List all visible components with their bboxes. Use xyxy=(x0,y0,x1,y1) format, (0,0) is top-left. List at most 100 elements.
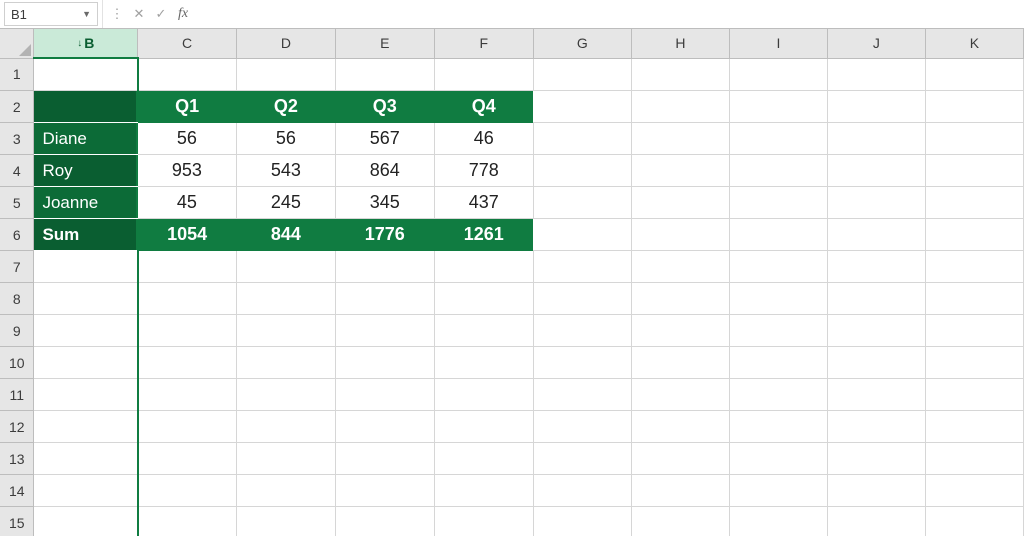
cell-J1[interactable] xyxy=(827,58,925,91)
cell-F4[interactable]: 778 xyxy=(434,155,533,187)
formula-input[interactable] xyxy=(197,3,1024,25)
cell-B5[interactable]: Joanne xyxy=(34,187,138,219)
cell-B15[interactable] xyxy=(34,507,138,536)
row-header-6[interactable]: 6 xyxy=(0,219,34,251)
row-header-8[interactable]: 8 xyxy=(0,283,34,315)
cell-G1[interactable] xyxy=(533,58,631,91)
dots-icon[interactable]: ⋮ xyxy=(109,6,125,22)
col-header-C[interactable]: C xyxy=(138,29,237,58)
cell-F6[interactable]: 1261 xyxy=(434,219,533,251)
cell-E3[interactable]: 567 xyxy=(335,123,434,155)
col-header-K[interactable]: K xyxy=(925,29,1023,58)
row-header-4[interactable]: 4 xyxy=(0,155,34,187)
cell-J3[interactable] xyxy=(827,123,925,155)
cell-K1[interactable] xyxy=(925,58,1023,91)
row-header-13[interactable]: 13 xyxy=(0,443,34,475)
cell-E4[interactable]: 864 xyxy=(335,155,434,187)
cell-H2[interactable] xyxy=(631,91,729,123)
cell-B14[interactable] xyxy=(34,475,138,507)
cell-I4[interactable] xyxy=(729,155,827,187)
row-header-12[interactable]: 12 xyxy=(0,411,34,443)
row-header-5[interactable]: 5 xyxy=(0,187,34,219)
cell-C3[interactable]: 56 xyxy=(138,123,237,155)
cell-C6[interactable]: 1054 xyxy=(138,219,237,251)
cell-E6[interactable]: 1776 xyxy=(335,219,434,251)
cell-H1[interactable] xyxy=(631,58,729,91)
col-header-B[interactable]: ↓B xyxy=(34,29,138,58)
cancel-icon[interactable]: ✕ xyxy=(131,6,147,22)
cell-E5[interactable]: 345 xyxy=(335,187,434,219)
cell-J6[interactable] xyxy=(827,219,925,251)
cell-C4[interactable]: 953 xyxy=(138,155,237,187)
cell-B7[interactable] xyxy=(34,251,138,283)
col-header-G[interactable]: G xyxy=(533,29,631,58)
cell-B1[interactable] xyxy=(34,58,138,91)
row-header-9[interactable]: 9 xyxy=(0,315,34,347)
cell-I2[interactable] xyxy=(729,91,827,123)
cell-J4[interactable] xyxy=(827,155,925,187)
cell-D3[interactable]: 56 xyxy=(237,123,336,155)
cell-I3[interactable] xyxy=(729,123,827,155)
cell-K2[interactable] xyxy=(925,91,1023,123)
cell-I1[interactable] xyxy=(729,58,827,91)
cell-G6[interactable] xyxy=(533,219,631,251)
row-header-1[interactable]: 1 xyxy=(0,58,34,91)
cell-G5[interactable] xyxy=(533,187,631,219)
enter-icon[interactable]: ✓ xyxy=(153,6,169,22)
cell-F2[interactable]: Q4 xyxy=(434,91,533,123)
cell-G4[interactable] xyxy=(533,155,631,187)
cell-G3[interactable] xyxy=(533,123,631,155)
cell-H3[interactable] xyxy=(631,123,729,155)
col-header-E[interactable]: E xyxy=(335,29,434,58)
cell-G2[interactable] xyxy=(533,91,631,123)
cell-C5[interactable]: 45 xyxy=(138,187,237,219)
cell-B6[interactable]: Sum xyxy=(34,219,138,251)
row-header-2[interactable]: 2 xyxy=(0,91,34,123)
cell-C2[interactable]: Q1 xyxy=(138,91,237,123)
cell-B10[interactable] xyxy=(34,347,138,379)
cell-K4[interactable] xyxy=(925,155,1023,187)
cell-H4[interactable] xyxy=(631,155,729,187)
cell-K6[interactable] xyxy=(925,219,1023,251)
col-header-J[interactable]: J xyxy=(827,29,925,58)
cell-E1[interactable] xyxy=(335,58,434,91)
col-header-F[interactable]: F xyxy=(434,29,533,58)
cell-K3[interactable] xyxy=(925,123,1023,155)
row-header-3[interactable]: 3 xyxy=(0,123,34,155)
cell-D1[interactable] xyxy=(237,58,336,91)
cell-J2[interactable] xyxy=(827,91,925,123)
row-header-7[interactable]: 7 xyxy=(0,251,34,283)
row-header-10[interactable]: 10 xyxy=(0,347,34,379)
row-header-11[interactable]: 11 xyxy=(0,379,34,411)
cell-B4[interactable]: Roy xyxy=(34,155,138,187)
cell-B12[interactable] xyxy=(34,411,138,443)
cell-F1[interactable] xyxy=(434,58,533,91)
cell-B3[interactable]: Diane xyxy=(34,123,138,155)
row-header-14[interactable]: 14 xyxy=(0,475,34,507)
cell-I5[interactable] xyxy=(729,187,827,219)
row-header-15[interactable]: 15 xyxy=(0,507,34,536)
col-header-I[interactable]: I xyxy=(729,29,827,58)
cell-D6[interactable]: 844 xyxy=(237,219,336,251)
cell-J5[interactable] xyxy=(827,187,925,219)
cell-D4[interactable]: 543 xyxy=(237,155,336,187)
sheet-area[interactable]: ↓B C D E F G H I J K 1 xyxy=(0,29,1024,536)
cell-B8[interactable] xyxy=(34,283,138,315)
cell-F3[interactable]: 46 xyxy=(434,123,533,155)
fx-icon[interactable]: fx xyxy=(175,6,191,22)
cell-B2[interactable] xyxy=(34,91,138,123)
cell-E2[interactable]: Q3 xyxy=(335,91,434,123)
cell-F5[interactable]: 437 xyxy=(434,187,533,219)
cell-H5[interactable] xyxy=(631,187,729,219)
cell-D2[interactable]: Q2 xyxy=(237,91,336,123)
cell-H6[interactable] xyxy=(631,219,729,251)
cell-K5[interactable] xyxy=(925,187,1023,219)
name-box[interactable]: B1 ▼ xyxy=(4,2,98,26)
select-all-corner[interactable] xyxy=(0,29,34,58)
cell-B9[interactable] xyxy=(34,315,138,347)
cell-B13[interactable] xyxy=(34,443,138,475)
cell-C1[interactable] xyxy=(138,58,237,91)
col-header-H[interactable]: H xyxy=(631,29,729,58)
cell-I6[interactable] xyxy=(729,219,827,251)
cell-B11[interactable] xyxy=(34,379,138,411)
